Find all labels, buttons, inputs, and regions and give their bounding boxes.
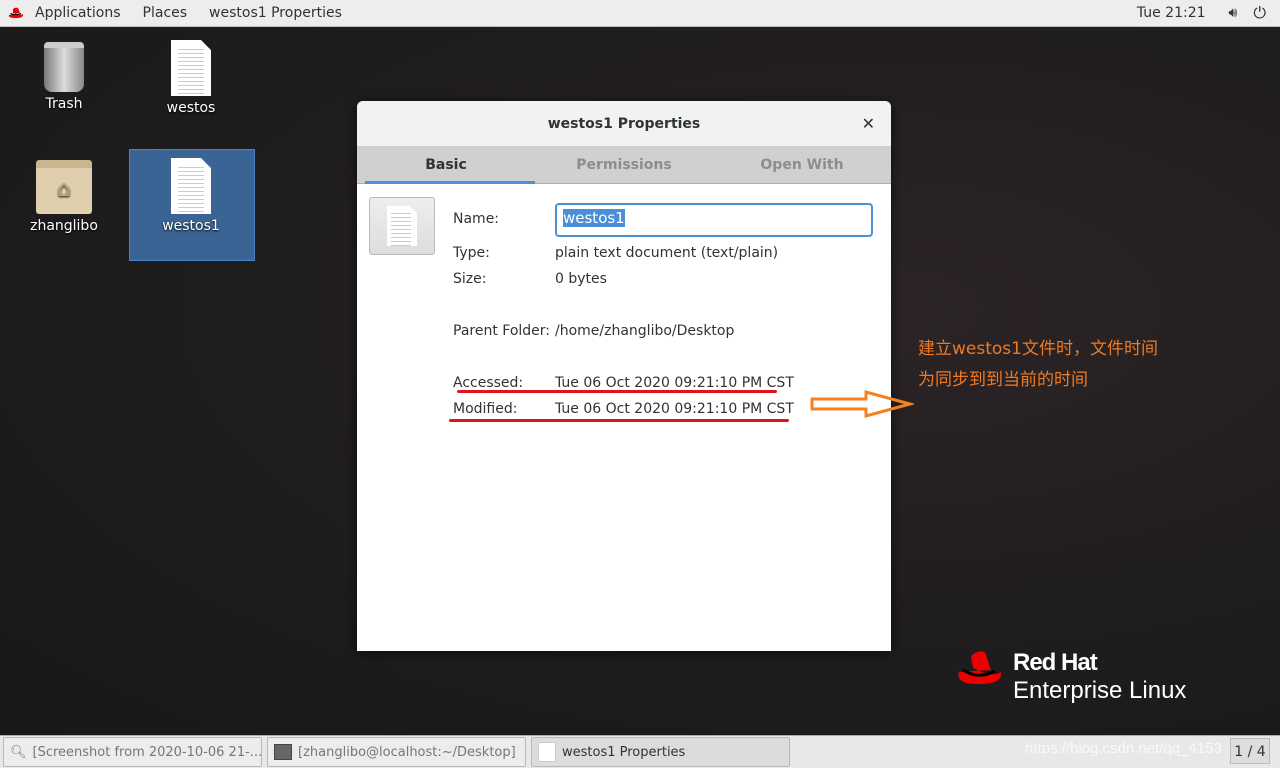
properties-dialog: westos1 Properties ✕ Basic Permissions O… (357, 101, 891, 651)
size-label: Size: (453, 271, 487, 287)
tab-open-with[interactable]: Open With (713, 147, 891, 183)
volume-icon[interactable]: 🔊︎ (1221, 5, 1246, 21)
brand-line2: Enterprise Linux (1013, 677, 1187, 704)
tab-bar: Basic Permissions Open With (357, 147, 891, 184)
name-label: Name: (453, 211, 500, 227)
type-value: plain text document (text/plain) (555, 245, 779, 261)
redhat-brand: Red Hat Enterprise Linux (955, 650, 1186, 706)
icon-label: westos (166, 100, 216, 116)
taskbar-item-screenshot[interactable]: 🔍︎ [Screenshot from 2020-10-06 21-... (3, 737, 262, 767)
places-menu[interactable]: Places (132, 0, 199, 27)
home-folder-icon: ⌂ (36, 160, 92, 214)
desktop-icon-zhanglibo[interactable]: ⌂ zhanglibo (4, 160, 124, 234)
taskbar-item-terminal[interactable]: [zhanglibo@localhost:~/Desktop] (267, 737, 526, 767)
type-row: Type: plain text document (text/plain) (453, 245, 778, 261)
accessed-label: Accessed: (453, 375, 524, 391)
red-underline (457, 390, 777, 393)
size-value: 0 bytes (555, 271, 607, 287)
red-underline (449, 419, 789, 422)
tab-basic[interactable]: Basic (357, 147, 535, 184)
icon-label: westos1 (162, 218, 220, 234)
icon-label: Trash (45, 96, 83, 112)
task-label: [zhanglibo@localhost:~/Desktop] (298, 744, 516, 760)
desktop-icon-westos[interactable]: westos (131, 40, 251, 116)
top-bar: Applications Places westos1 Properties T… (0, 0, 1280, 27)
workspace-switcher[interactable]: 1 / 4 (1230, 738, 1270, 764)
size-row: Size: 0 bytes (453, 271, 607, 287)
type-label: Type: (453, 245, 490, 261)
redhat-logo-icon (8, 7, 24, 19)
icon-label: zhanglibo (30, 218, 98, 234)
accessed-value: Tue 06 Oct 2020 09:21:10 PM CST (555, 375, 794, 391)
task-label: westos1 Properties (562, 744, 686, 760)
file-icon-button[interactable] (369, 197, 435, 255)
text-file-icon (387, 206, 417, 246)
tab-permissions[interactable]: Permissions (535, 147, 713, 183)
text-file-icon (171, 40, 211, 96)
brand-line1: Red Hat (1013, 649, 1098, 676)
name-value: westos1 (563, 209, 625, 227)
text-file-icon (171, 158, 211, 214)
parent-folder-label: Parent Folder: (453, 323, 551, 339)
parent-folder-value: /home/zhanglibo/Desktop (555, 323, 735, 339)
arrow-right-icon (810, 390, 914, 418)
name-input[interactable]: westos1 (555, 203, 873, 237)
applications-menu[interactable]: Applications (24, 0, 132, 27)
watermark: https://blog.csdn.net/qq_4153 (1025, 740, 1222, 757)
trash-icon (44, 42, 84, 92)
close-icon[interactable]: ✕ (862, 101, 875, 147)
name-row: Name: (453, 211, 499, 227)
text-file-icon (538, 742, 556, 762)
image-viewer-icon: 🔍︎ (10, 744, 27, 760)
annotation-note: 建立westos1文件时，文件时间 为同步到到当前的时间 (918, 334, 1158, 396)
terminal-icon (274, 744, 292, 760)
task-label: [Screenshot from 2020-10-06 21-... (32, 744, 262, 760)
modified-value: Tue 06 Oct 2020 09:21:10 PM CST (555, 401, 794, 417)
redhat-logo-icon (958, 651, 1002, 684)
accessed-row: Accessed: Tue 06 Oct 2020 09:21:10 PM CST (453, 375, 794, 391)
modified-label: Modified: (453, 401, 518, 417)
dialog-titlebar: westos1 Properties ✕ (357, 101, 891, 147)
dialog-title: westos1 Properties (547, 116, 701, 132)
clock[interactable]: Tue 21:21 (1126, 0, 1217, 27)
parent-folder-row: Parent Folder:/home/zhanglibo/Desktop (453, 323, 734, 339)
annotation-line: 建立westos1文件时，文件时间 (918, 339, 1158, 359)
annotation-line: 为同步到到当前的时间 (918, 370, 1088, 390)
active-window-title[interactable]: westos1 Properties (198, 0, 353, 27)
power-icon[interactable]: ⏻ (1249, 3, 1270, 23)
taskbar-item-properties[interactable]: westos1 Properties (531, 737, 790, 767)
desktop-icon-trash[interactable]: Trash (4, 42, 124, 112)
desktop-icon-westos1[interactable]: westos1 (131, 158, 251, 234)
modified-row: Modified: Tue 06 Oct 2020 09:21:10 PM CST (453, 401, 794, 417)
